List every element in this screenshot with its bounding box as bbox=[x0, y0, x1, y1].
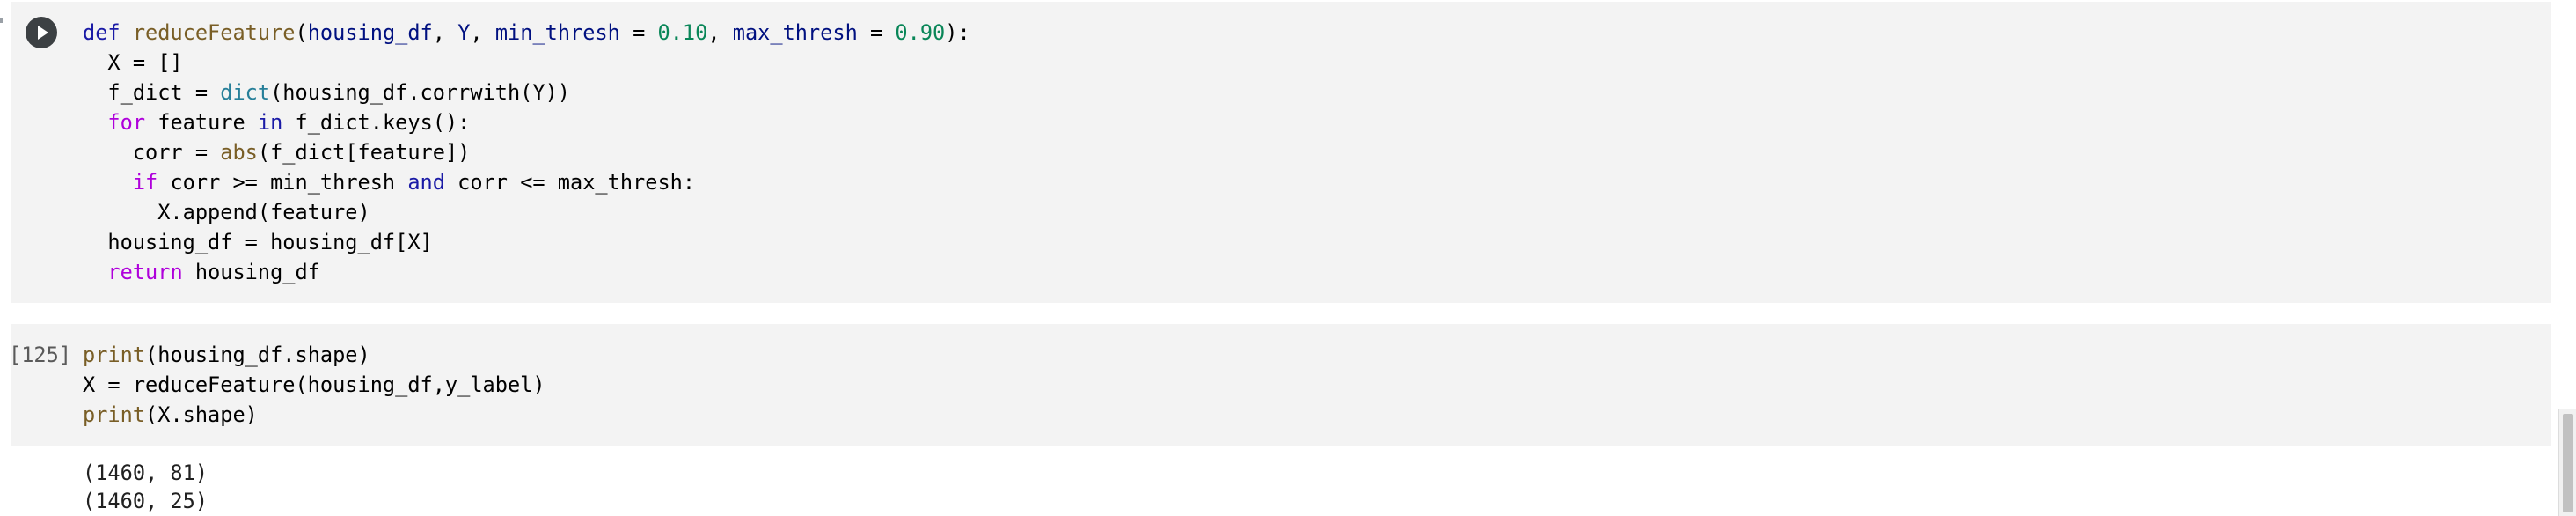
code-token: , bbox=[707, 20, 733, 45]
vertical-scrollbar[interactable] bbox=[2558, 409, 2576, 516]
code-line[interactable]: print(X.shape) bbox=[83, 400, 258, 430]
code-token: return bbox=[107, 260, 183, 284]
code-line[interactable]: return housing_df bbox=[83, 257, 320, 287]
code-token: max_thresh bbox=[732, 20, 858, 45]
code-line[interactable]: X = reduceFeature(housing_df,y_label) bbox=[83, 370, 545, 400]
code-token: X = [] bbox=[83, 50, 183, 75]
code-token: in bbox=[257, 110, 283, 135]
code-token: (housing_df.corrwith(Y)) bbox=[270, 80, 571, 105]
code-line[interactable]: print(housing_df.shape) bbox=[83, 340, 370, 370]
code-token: = bbox=[619, 20, 658, 45]
code-line[interactable]: def reduceFeature(housing_df, Y, min_thr… bbox=[83, 18, 970, 48]
code-token: def bbox=[83, 20, 133, 45]
code-token: (housing_df.shape) bbox=[145, 343, 370, 367]
code-line[interactable]: f_dict = dict(housing_df.corrwith(Y)) bbox=[83, 77, 570, 107]
code-token: Y bbox=[457, 20, 471, 45]
code-token: and bbox=[407, 170, 445, 195]
code-line[interactable]: X = [] bbox=[83, 48, 183, 77]
code-token: = bbox=[857, 20, 896, 45]
code-token: corr <= max_thresh: bbox=[444, 170, 696, 195]
code-token: , bbox=[470, 20, 495, 45]
code-token: print bbox=[83, 402, 146, 427]
code-token: ): bbox=[945, 20, 970, 45]
code-token: corr = bbox=[83, 140, 221, 165]
code-token: reduceFeature bbox=[132, 20, 296, 45]
code-token: dict bbox=[220, 80, 271, 105]
play-icon bbox=[38, 26, 48, 40]
code-token: f_dict = bbox=[83, 80, 221, 105]
code-line[interactable]: if corr >= min_thresh and corr <= max_th… bbox=[83, 167, 695, 197]
code-token: (X.shape) bbox=[145, 402, 258, 427]
code-line[interactable]: corr = abs(f_dict[feature]) bbox=[83, 137, 471, 167]
code-token: housing_df bbox=[182, 260, 320, 284]
code-token: for bbox=[107, 110, 146, 135]
code-token: (f_dict[feature]) bbox=[257, 140, 471, 165]
code-token: if bbox=[132, 170, 158, 195]
code-token: X = reduceFeature(housing_df,y_label) bbox=[83, 372, 545, 397]
output-line: (1460, 25) bbox=[83, 489, 209, 513]
code-token: 0.10 bbox=[657, 20, 708, 45]
execution-count: [125] bbox=[9, 343, 72, 367]
code-token: corr >= min_thresh bbox=[157, 170, 408, 195]
scrollbar-thumb[interactable] bbox=[2563, 414, 2573, 512]
code-line[interactable]: for feature in f_dict.keys(): bbox=[83, 107, 470, 137]
code-token: min_thresh bbox=[494, 20, 620, 45]
run-cell-button[interactable] bbox=[26, 17, 57, 48]
code-token: f_dict.keys(): bbox=[282, 110, 471, 135]
output-line: (1460, 81) bbox=[83, 461, 209, 485]
code-token: 0.90 bbox=[895, 20, 946, 45]
code-line[interactable]: housing_df = housing_df[X] bbox=[83, 227, 433, 257]
code-line[interactable]: X.append(feature) bbox=[83, 197, 370, 227]
code-token: housing_df = housing_df[X] bbox=[83, 230, 433, 254]
code-token: abs bbox=[220, 140, 258, 165]
code-token: feature bbox=[145, 110, 258, 135]
cell-marker bbox=[0, 18, 3, 23]
code-token: X.append(feature) bbox=[83, 200, 370, 225]
code-token: housing_df bbox=[307, 20, 433, 45]
code-token: print bbox=[83, 343, 146, 367]
code-token: , bbox=[432, 20, 458, 45]
code-token: ( bbox=[295, 20, 308, 45]
